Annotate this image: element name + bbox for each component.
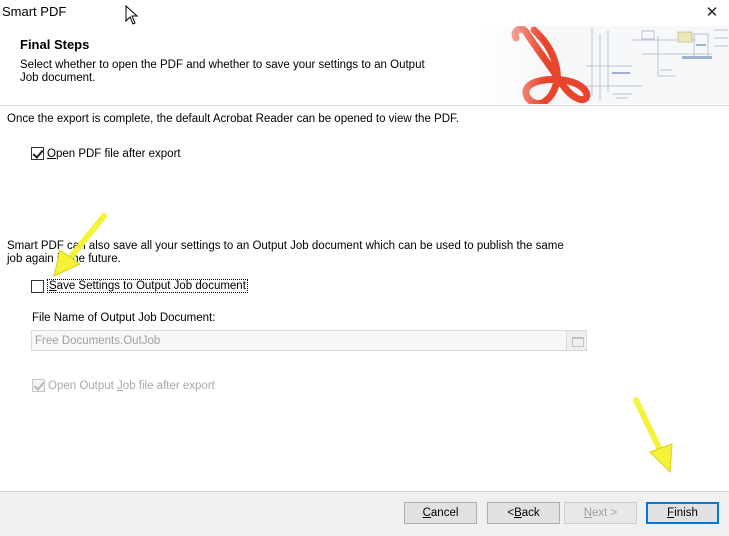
close-icon[interactable]: ✕ <box>695 0 729 24</box>
intro-text: Once the export is complete, the default… <box>7 113 459 125</box>
file-name-label: File Name of Output Job Document: <box>32 312 216 324</box>
adobe-pdf-logo-icon <box>482 26 729 104</box>
browse-folder-icon <box>566 331 586 350</box>
file-name-field <box>31 330 587 351</box>
file-name-input <box>32 331 552 350</box>
save-settings-label[interactable]: Save Settings to Output Job document <box>47 279 248 293</box>
mouse-cursor-icon <box>125 5 139 25</box>
page-title: Final Steps <box>20 37 90 52</box>
save-settings-checkbox-row[interactable]: Save Settings to Output Job document <box>31 279 248 293</box>
open-pdf-checkbox-row[interactable]: Open PDF file after export <box>31 147 181 160</box>
next-button: Next > <box>564 502 637 524</box>
save-settings-checkbox[interactable] <box>31 279 44 293</box>
open-outjob-checkbox-row: Open Output Job file after export <box>32 379 215 392</box>
cancel-button[interactable]: Cancel <box>404 502 477 524</box>
open-outjob-label: Open Output Job file after export <box>48 379 215 392</box>
annotation-arrow-icon <box>53 213 107 277</box>
back-button[interactable]: < Back <box>487 502 560 524</box>
wizard-header: Final Steps Select whether to open the P… <box>0 26 729 106</box>
annotation-arrow-icon <box>633 397 673 474</box>
finish-button[interactable]: Finish <box>646 502 719 524</box>
open-pdf-label[interactable]: Open PDF file after export <box>47 148 181 160</box>
open-outjob-checkbox <box>32 379 45 392</box>
page-description: Select whether to open the PDF and wheth… <box>20 59 425 84</box>
header-separator <box>0 105 729 106</box>
window-title: Smart PDF <box>2 4 67 19</box>
title-bar: Smart PDF ✕ <box>0 0 729 26</box>
open-pdf-checkbox[interactable] <box>31 147 44 160</box>
